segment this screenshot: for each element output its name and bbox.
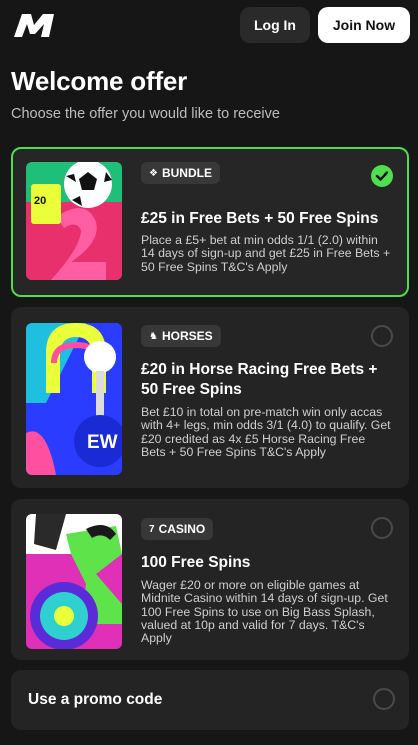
offer-title: 100 Free Spins	[141, 554, 251, 571]
offer-image-horses: EW	[26, 323, 122, 475]
offer-title: £25 in Free Bets + 50 Free Spins	[141, 210, 379, 227]
offer-image-casino	[26, 514, 122, 649]
offer-badge-horses: ♞ HORSES	[141, 325, 221, 347]
login-button[interactable]: Log In	[240, 7, 310, 43]
check-icon	[375, 171, 389, 181]
offer-card-bundle[interactable]: 20 ❖ BUNDLE £25 in Free Bets + 50 Free S…	[11, 147, 409, 297]
offer-description: Wager £20 or more on eligible games at M…	[141, 578, 388, 646]
ew-image-text: EW	[87, 432, 118, 453]
page-subtitle: Choose the offer you would like to recei…	[11, 106, 280, 122]
promo-code-option[interactable]: Use a promo code	[11, 670, 409, 730]
badge-label: HORSES	[161, 329, 213, 343]
offer-image-bundle: 20	[26, 162, 122, 280]
page-title: Welcome offer	[11, 66, 188, 96]
offer-card-horses[interactable]: EW ♞ HORSES £20 in Horse Racing Free Bet…	[11, 307, 409, 488]
offer-card-casino[interactable]: 7 CASINO 100 Free Spins Wager £20 or mor…	[11, 499, 409, 660]
offer-badge-casino: 7 CASINO	[141, 518, 214, 540]
offer-title: £20 in Horse Racing Free Bets + 50 Free …	[141, 361, 378, 398]
midnite-logo-icon[interactable]	[12, 11, 62, 39]
offer-radio[interactable]	[371, 325, 393, 347]
promo-radio[interactable]	[373, 688, 395, 710]
offer-badge-bundle: ❖ BUNDLE	[141, 162, 220, 184]
offer-description: Place a £5+ bet at min odds 1/1 (2.0) wi…	[141, 233, 391, 274]
slot-seven-icon: 7	[149, 523, 155, 535]
offer-radio-selected[interactable]	[371, 165, 393, 187]
offer-radio[interactable]	[371, 517, 393, 539]
header-actions: Log In Join Now	[240, 7, 410, 43]
offer-description: Bet £10 in total on pre-match win only a…	[141, 405, 391, 459]
svg-text:20: 20	[34, 195, 46, 207]
badge-label: BUNDLE	[161, 166, 212, 180]
top-header: Log In Join Now	[0, 0, 418, 50]
join-now-button[interactable]: Join Now	[318, 7, 410, 43]
stack-icon: ❖	[149, 167, 158, 179]
horse-icon: ♞	[149, 330, 158, 342]
badge-label: CASINO	[158, 522, 206, 536]
promo-code-label: Use a promo code	[28, 691, 163, 708]
